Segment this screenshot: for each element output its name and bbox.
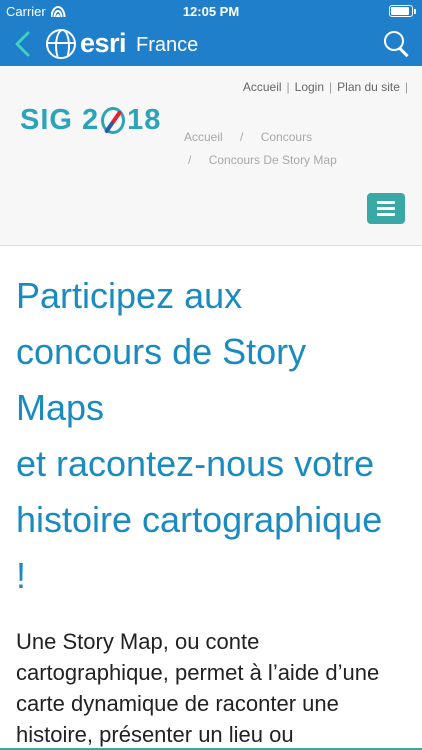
- status-bar: Carrier 12:05 PM: [0, 0, 422, 22]
- app-nav-bar: esri France: [0, 22, 422, 66]
- search-button[interactable]: [382, 30, 410, 58]
- breadcrumb-accueil[interactable]: Accueil: [184, 130, 223, 144]
- title-line: Maps: [16, 387, 105, 428]
- brand-logo-text: esri: [80, 28, 127, 58]
- link-plan-du-site[interactable]: Plan du site: [337, 80, 400, 94]
- title-line: histoire cartographique: [16, 499, 383, 540]
- intro-line: carte dynamique de raconter une: [16, 691, 339, 716]
- intro-paragraph: Une Story Map, ou conte cartographique, …: [16, 626, 414, 750]
- chevron-left-icon: [15, 31, 30, 57]
- compass-icon: [101, 107, 126, 134]
- top-links: Accueil | Login | Plan du site |: [242, 80, 408, 94]
- page-title: Participez aux concours de Story Maps et…: [16, 268, 414, 604]
- intro-line: histoire, présenter un lieu ou: [16, 722, 294, 747]
- link-accueil[interactable]: Accueil: [243, 80, 282, 94]
- breadcrumb: Accueil / Concours / Concours De Story M…: [184, 130, 337, 167]
- title-line: concours de Story: [16, 331, 307, 372]
- link-login[interactable]: Login: [295, 80, 324, 94]
- breadcrumb-current: Concours De Story Map: [208, 153, 337, 167]
- intro-line: Une Story Map, ou conte: [16, 629, 260, 654]
- logo-text-right: 18: [127, 104, 162, 136]
- hamburger-menu-button[interactable]: [367, 193, 405, 224]
- back-button[interactable]: [10, 26, 38, 62]
- title-line: et racontez-nous votre: [16, 443, 375, 484]
- globe-icon: [46, 29, 76, 59]
- battery-icon: [389, 5, 416, 17]
- breadcrumb-concours[interactable]: Concours: [261, 130, 312, 144]
- title-line: !: [16, 555, 27, 596]
- hamburger-icon: [377, 201, 395, 204]
- site-header: Accueil | Login | Plan du site | SIG 2 1…: [0, 66, 422, 246]
- intro-line: cartographique, permet à l’aide d’une: [16, 660, 380, 685]
- logo-text-left: SIG 2: [20, 104, 100, 136]
- sig-2018-logo[interactable]: SIG 2 18: [20, 104, 161, 137]
- region-label: France: [136, 34, 199, 56]
- title-line: Participez aux: [16, 275, 243, 316]
- status-time: 12:05 PM: [182, 4, 240, 19]
- battery-level: [391, 7, 409, 15]
